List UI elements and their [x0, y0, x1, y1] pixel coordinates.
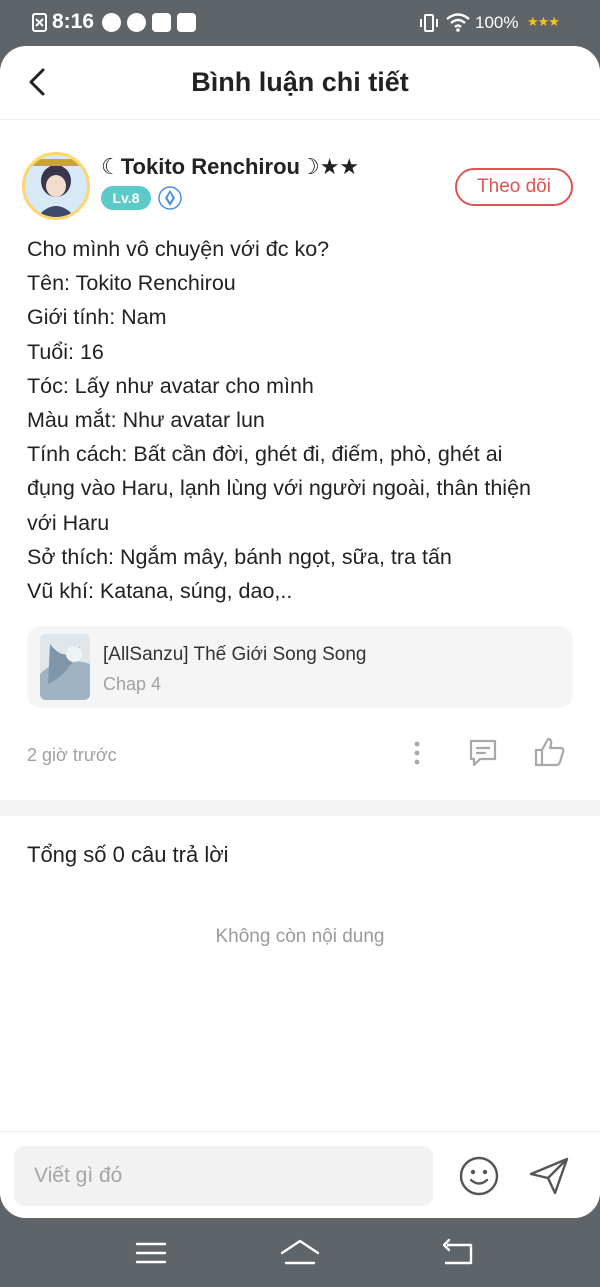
level-badge: Lv.8 — [101, 186, 151, 210]
comment-icon — [469, 739, 497, 767]
send-icon — [529, 1157, 569, 1195]
comment-line: Sở thích: Ngắm mây, bánh ngọt, sữa, tra … — [27, 544, 452, 569]
story-chapter: Chap 4 — [103, 674, 162, 694]
home-icon — [280, 1239, 320, 1265]
header: Bình luận chi tiết — [0, 46, 600, 120]
vibrate-icon — [420, 14, 438, 32]
emoji-icon — [459, 1156, 499, 1196]
more-button[interactable] — [405, 738, 429, 768]
comment-timestamp: 2 giờ trước — [27, 745, 117, 765]
comment-line: Màu mắt: Như avatar lun — [27, 408, 265, 433]
comment-detail-sheet: Bình luận chi tiết ☾Tokito Renchirou☽★★ … — [0, 46, 600, 1218]
comment-input-bar — [0, 1131, 600, 1218]
comment-text: Cho mình vô chuyện với đc ko? Tên: Tokit… — [27, 232, 575, 608]
comment-line: Giới tính: Nam — [27, 305, 167, 330]
comment: ☾Tokito Renchirou☽★★ Lv.8 Theo dõi Cho m… — [0, 120, 600, 800]
comment-line: Tuổi: 16 — [27, 339, 104, 364]
author-name[interactable]: ☾Tokito Renchirou☽★★ — [101, 154, 359, 180]
emoji-button[interactable] — [457, 1154, 501, 1198]
like-button[interactable] — [532, 734, 568, 770]
page-title: Bình luận chi tiết — [191, 67, 409, 97]
story-title: [AllSanzu] Thế Giới Song Song — [103, 644, 367, 665]
send-button[interactable] — [527, 1154, 573, 1198]
comment-line: Tóc: Lấy như avatar cho mình — [27, 373, 314, 398]
mic-icon — [152, 13, 171, 32]
app-icon — [127, 13, 146, 32]
comment-line: Tên: Tokito Renchirou — [27, 271, 236, 296]
section-divider — [0, 800, 600, 816]
back-nav-button[interactable] — [435, 1235, 479, 1271]
back-arrow-icon — [442, 1238, 473, 1265]
thumbs-up-icon — [534, 737, 565, 767]
comment-input[interactable] — [14, 1146, 433, 1206]
sim-icon — [32, 13, 47, 32]
comment-line: đụng vào Haru, lạnh lùng với người ngoài… — [27, 476, 531, 501]
app-icon — [102, 13, 121, 32]
menu-icon — [135, 1242, 167, 1264]
follow-button[interactable]: Theo dõi — [455, 168, 573, 206]
comment-line: với Haru — [27, 510, 110, 535]
comment-line: Tính cách: Bất cần đời, ghét đi, điếm, p… — [27, 442, 503, 467]
clock: 8:16 — [52, 10, 95, 33]
comment-line: Vũ khí: Katana, súng, dao,.. — [27, 579, 293, 604]
avatar-image — [25, 155, 87, 217]
stars-icon: ★★★ — [527, 14, 560, 29]
gem-badge-icon — [158, 186, 182, 210]
battery-level: 100% — [475, 13, 519, 32]
reply-button[interactable] — [466, 736, 500, 770]
more-vertical-icon — [414, 741, 420, 765]
reply-count: Tổng số 0 câu trả lời — [27, 842, 229, 867]
comment-line: Cho mình vô chuyện với đc ko? — [27, 237, 330, 261]
story-cover — [40, 634, 90, 700]
video-icon — [177, 13, 196, 32]
avatar[interactable] — [22, 152, 90, 220]
story-card[interactable]: [AllSanzu] Thế Giới Song Song Chap 4 — [27, 626, 573, 708]
status-bar: 8:16 100% ★★★ — [0, 0, 600, 46]
home-button[interactable] — [278, 1235, 322, 1271]
wifi-icon — [446, 13, 470, 32]
system-nav-bar — [0, 1218, 600, 1287]
empty-state: Không còn nội dung — [215, 926, 385, 947]
recents-button[interactable] — [129, 1235, 173, 1271]
